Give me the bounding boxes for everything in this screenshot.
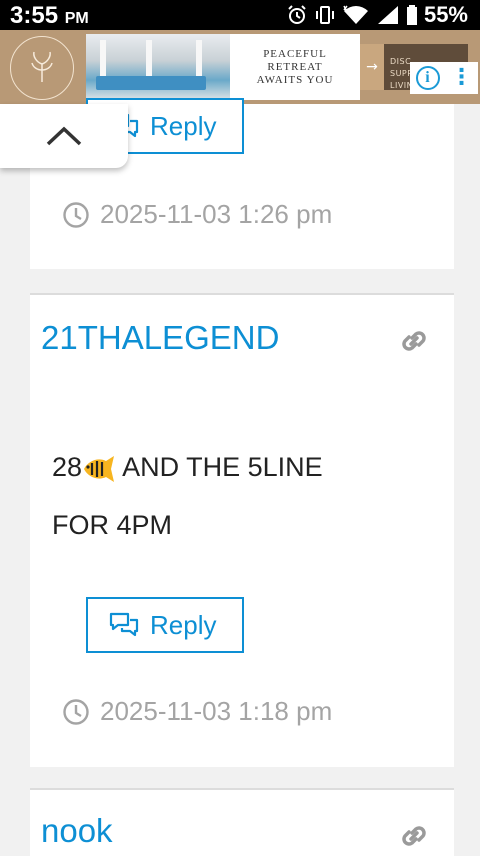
ad-headline-line1: PEACEFUL (263, 47, 327, 60)
reply-label-1: Reply (150, 110, 217, 141)
ad-banner[interactable]: PEACEFUL RETREAT AWAITS YOU → DISC SUPRE… (0, 30, 480, 104)
wifi-icon (343, 5, 368, 24)
comment-timestamp-1: 2025-11-03 1:26 pm (62, 199, 332, 230)
ad-arrow-icon[interactable]: → (360, 44, 384, 90)
alarm-icon (288, 5, 306, 24)
tropical-fish-icon (84, 455, 115, 482)
comment-text-part-a: 28 (52, 452, 83, 482)
ad-headline: PEACEFUL RETREAT AWAITS YOU (230, 34, 360, 100)
reply-button-2[interactable]: Reply (86, 597, 244, 653)
permalink-icon[interactable] (396, 323, 432, 359)
status-time: 3:55 PM (10, 2, 89, 30)
status-icons: 55% (286, 2, 468, 28)
ad-menu-icon[interactable]: ⋮ (451, 67, 473, 89)
comment-author-3[interactable]: nook (41, 812, 113, 850)
ad-headline-line2: RETREAT (267, 60, 323, 73)
chat-bubbles-icon (109, 612, 139, 637)
clock-icon (63, 201, 89, 228)
tree-logo-icon (31, 51, 53, 82)
ad-headline-line3: AWAITS YOU (256, 73, 334, 86)
signal-icon (377, 6, 398, 24)
chevron-up-icon (46, 126, 82, 146)
comment-line-1: 28 AND THE 5LINE (52, 438, 323, 496)
comment-text-part-b: AND THE 5LINE (122, 452, 323, 482)
status-bar: 3:55 PM 55% (0, 0, 480, 30)
permalink-icon[interactable] (396, 818, 432, 854)
battery-icon (406, 5, 417, 25)
comment-author-2[interactable]: 21THALEGEND (41, 319, 279, 357)
ad-brand-logo (10, 36, 74, 100)
comment-card-3: nook (30, 788, 454, 856)
comment-timestamp-2: 2025-11-03 1:18 pm (62, 696, 332, 727)
comment-body-2: 28 AND THE 5LINE FOR 4PM (52, 438, 323, 554)
clock-icon (63, 698, 89, 725)
reply-label-2: Reply (150, 609, 217, 640)
vibrate-icon (315, 6, 334, 24)
ad-choices[interactable]: i ⋮ (410, 62, 478, 94)
ad-pool-image (86, 34, 230, 100)
back-to-top-button[interactable] (0, 104, 128, 168)
status-time-value: 3:55 (10, 2, 59, 29)
comment-line-2: FOR 4PM (52, 510, 173, 540)
ad-info-icon[interactable]: i (415, 66, 440, 90)
battery-percent: 55% (423, 2, 468, 27)
comment-card-2: 21THALEGEND 28 AND THE 5LINE FOR 4PM Rep… (30, 293, 454, 767)
timestamp-text-2: 2025-11-03 1:18 pm (100, 696, 333, 726)
status-time-ampm: PM (64, 10, 89, 27)
timestamp-text-1: 2025-11-03 1:26 pm (100, 199, 333, 229)
